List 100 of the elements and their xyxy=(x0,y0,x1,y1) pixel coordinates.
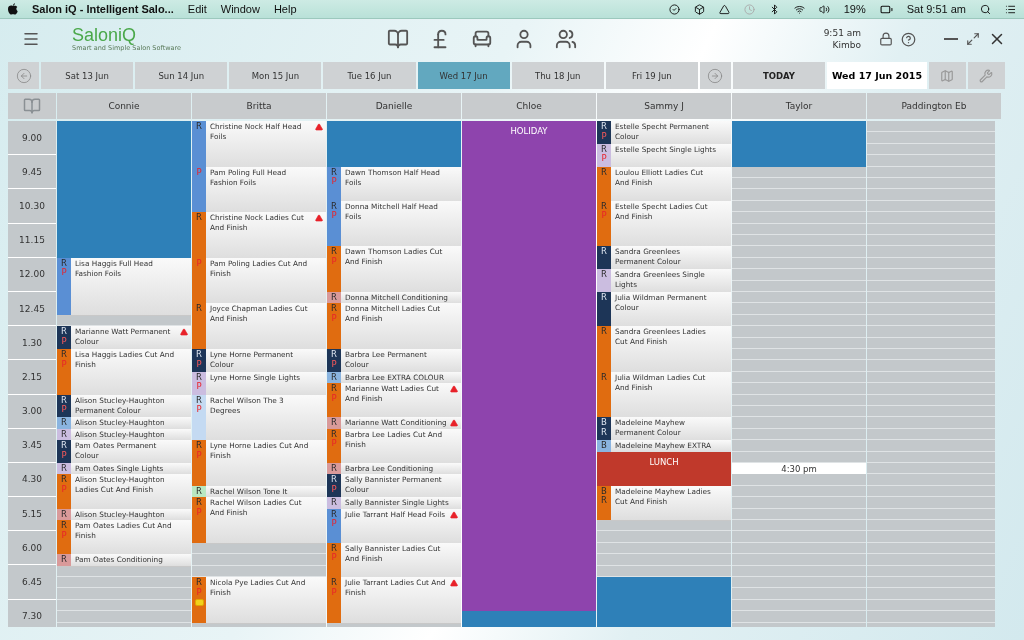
wrench-icon xyxy=(979,68,994,83)
wifi-icon[interactable] xyxy=(793,3,805,15)
help-icon[interactable] xyxy=(901,31,916,47)
status-letter: R xyxy=(601,270,607,280)
status-letter: R xyxy=(61,509,67,520)
day-tab[interactable]: Tue 16 Jun xyxy=(323,62,416,89)
status-letter: R xyxy=(196,304,202,314)
status-letter: P xyxy=(196,258,202,269)
seat-icon[interactable] xyxy=(471,28,494,50)
status-letter: P xyxy=(196,587,202,597)
status-letter: R xyxy=(196,498,202,508)
time-label: 11.15 xyxy=(8,223,56,257)
status-letter: R xyxy=(331,418,337,428)
status-letter: P xyxy=(331,439,337,449)
status-icon[interactable] xyxy=(668,3,680,15)
list-icon[interactable] xyxy=(1005,3,1016,15)
status-letter: R xyxy=(196,578,202,588)
schedule-column[interactable] xyxy=(597,121,731,627)
status-letter: R xyxy=(601,144,607,154)
schedule-column[interactable] xyxy=(57,121,191,627)
time-label: 6.45 xyxy=(8,565,56,599)
staff-name[interactable]: Chloe xyxy=(462,93,596,119)
day-tab[interactable]: Mon 15 Jun xyxy=(229,62,322,89)
book-cell[interactable] xyxy=(8,93,56,119)
status-letter: B xyxy=(601,418,607,428)
status-letter: P xyxy=(601,154,607,164)
status-letter: R xyxy=(331,201,337,211)
time-label: 3.45 xyxy=(8,428,56,462)
staff-name[interactable]: Connie xyxy=(57,93,191,119)
menu-item[interactable]: Window xyxy=(220,3,260,15)
status-letter: P xyxy=(61,450,67,461)
people-icon[interactable] xyxy=(555,28,578,50)
schedule-column[interactable] xyxy=(192,121,326,627)
status-letter: R xyxy=(196,486,202,497)
lunch-label: LUNCH xyxy=(649,456,679,467)
time-label: 2.15 xyxy=(8,360,56,394)
status-letter: P xyxy=(61,405,67,415)
app-title[interactable]: Salon iQ - Intelligent Salo... xyxy=(32,3,174,15)
apple-icon[interactable] xyxy=(8,3,18,15)
status-letter: P xyxy=(331,313,337,324)
staff-name[interactable]: Taylor xyxy=(732,93,866,119)
status-letter: R xyxy=(331,384,337,394)
current-date: Wed 17 Jun 2015 xyxy=(827,62,927,89)
today-button[interactable]: TODAY xyxy=(733,62,825,89)
status-letter: R xyxy=(601,427,607,438)
status-letter: P xyxy=(61,336,67,347)
day-tab[interactable]: Wed 17 Jun xyxy=(417,62,510,89)
status-letter: R xyxy=(61,350,67,360)
current-time: 9:51 am xyxy=(823,28,861,38)
status-letter: P xyxy=(331,553,337,563)
day-tab[interactable]: Sat 13 Jun xyxy=(41,62,134,89)
status-letter: R xyxy=(331,167,337,177)
menu-button[interactable] xyxy=(22,30,40,48)
time-label: 12.00 xyxy=(8,257,56,291)
schedule-column[interactable] xyxy=(327,121,461,627)
day-tab[interactable]: Thu 18 Jun xyxy=(511,62,604,89)
status-letter: P xyxy=(331,256,337,267)
schedule-column[interactable]: HOLIDAY xyxy=(462,121,596,627)
status-letter: R xyxy=(601,293,607,303)
status-letter: R xyxy=(61,395,67,405)
staff-name[interactable]: Britta xyxy=(192,93,326,119)
box-icon[interactable] xyxy=(693,3,705,15)
arrow-left-icon xyxy=(15,67,32,84)
day-tab[interactable]: Sun 14 Jun xyxy=(135,62,228,89)
status-letter: R xyxy=(601,201,607,211)
status-letter: P xyxy=(331,484,337,495)
time-label: 5.15 xyxy=(8,497,56,531)
status-letter: R xyxy=(331,464,337,474)
schedule-column[interactable]: 4:30 pm xyxy=(732,121,866,627)
status-letter: R xyxy=(331,475,337,485)
search-icon[interactable] xyxy=(980,3,991,15)
staff-name[interactable]: Paddington Eb xyxy=(867,93,1001,119)
status-letter: P xyxy=(61,530,67,540)
menu-item[interactable]: Edit xyxy=(187,3,207,15)
status-letter: R xyxy=(331,350,337,360)
staff-name[interactable]: Sammy J xyxy=(597,93,731,119)
menu-clock[interactable]: Sat 9:51 am xyxy=(906,3,966,15)
status-letter: R xyxy=(331,498,337,508)
battery-percent: 19% xyxy=(843,3,866,15)
status-letter: R xyxy=(61,441,67,451)
status-letter: P xyxy=(331,359,337,369)
lock-icon[interactable] xyxy=(879,32,893,46)
maximize-button[interactable] xyxy=(966,32,980,46)
status-letter: P xyxy=(196,167,202,178)
day-tab[interactable]: Fri 19 Jun xyxy=(605,62,698,89)
triangle-icon[interactable] xyxy=(718,3,730,15)
book-icon[interactable] xyxy=(387,28,410,50)
status-letter: P xyxy=(196,507,202,518)
volume-icon[interactable] xyxy=(818,3,830,15)
status-letter: R xyxy=(601,372,607,383)
status-letter: B xyxy=(601,486,607,496)
staff-name[interactable]: Danielle xyxy=(327,93,461,119)
minimize-icon xyxy=(944,38,958,40)
time-label: 3.00 xyxy=(8,394,56,428)
time-marker: 4:30 pm xyxy=(732,463,866,475)
arrow-right-icon xyxy=(707,67,724,84)
status-letter: R xyxy=(61,418,67,428)
menu-item[interactable]: Help xyxy=(273,3,297,15)
status-letter: R xyxy=(196,372,202,382)
time-label: 1.30 xyxy=(8,326,56,360)
